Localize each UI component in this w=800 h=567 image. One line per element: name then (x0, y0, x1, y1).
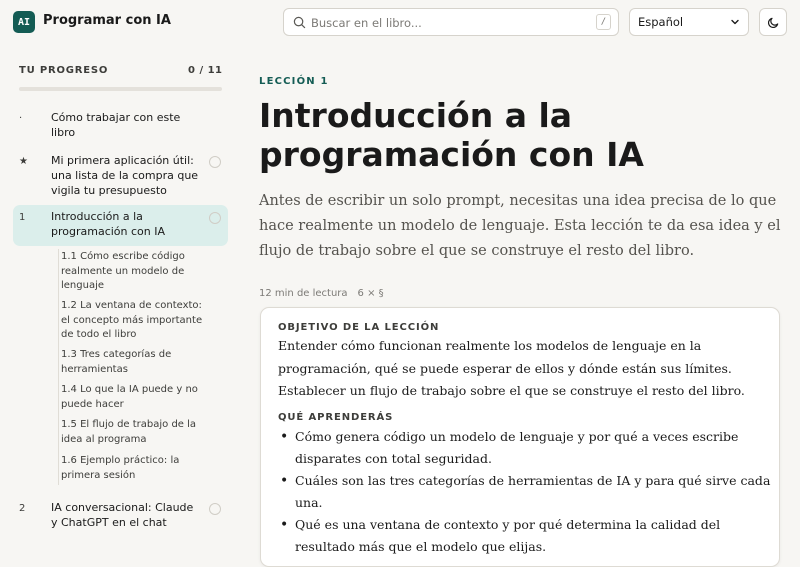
sidebar-item-how-to-use[interactable]: · Cómo trabajar con este libro (13, 106, 228, 142)
list-item: Cuáles son las tres categorías de herram… (278, 470, 773, 514)
subsection-link[interactable]: 1.1 Cómo escribe código realmente un mod… (61, 250, 213, 294)
subsection-link[interactable]: 1.3 Tres categorías de herramientas (61, 348, 213, 377)
sidebar-item-label: Cómo trabajar con este libro (51, 111, 181, 139)
sidebar-item-label: Introducción a la programación con IA (51, 210, 166, 238)
sidebar: TU PROGRESO 0 / 11 · Cómo trabajar con e… (0, 50, 240, 544)
list-item: Qué es una ventana de contexto y por qué… (278, 514, 773, 558)
sidebar-item-marker: · (19, 113, 23, 124)
sidebar-item-label: Mi primera aplicación útil: una lista de… (51, 154, 199, 197)
search-box[interactable]: / (283, 8, 619, 36)
sidebar-item-first-app[interactable]: ★ Mi primera aplicación útil: una lista … (13, 149, 228, 199)
language-selected: Español (638, 15, 684, 29)
completion-circle-icon[interactable] (209, 212, 221, 224)
app-title[interactable]: Programar con IA (43, 13, 171, 28)
sidebar-item-lesson-1[interactable]: 1 Introducción a la programación con IA (13, 205, 228, 246)
progress-count: 0 / 11 (188, 65, 223, 76)
lesson-intro: Antes de escribir un solo prompt, necesi… (259, 193, 781, 259)
lesson-meta: 12 min de lectura 6 × § (259, 288, 384, 299)
reading-time: 12 min de lectura (259, 288, 348, 299)
search-icon (293, 16, 306, 29)
completion-circle-icon[interactable] (209, 156, 221, 168)
subsection-link[interactable]: 1.4 Lo que la IA puede y no puede hacer (61, 383, 213, 412)
lesson-number: LECCIÓN 1 (259, 76, 329, 87)
completion-circle-icon[interactable] (209, 503, 221, 515)
subsection-link[interactable]: 1.6 Ejemplo práctico: la primera sesión (61, 454, 213, 483)
learn-list: Cómo genera código un modelo de lenguaje… (278, 426, 773, 558)
sidebar-item-lesson-2[interactable]: 2 IA conversacional: Claude y ChatGPT en… (13, 496, 228, 536)
objective-text: Entender cómo funcionan realmente los mo… (278, 338, 745, 398)
page-title: Introducción a la programación con IA (259, 96, 644, 174)
subsection-link[interactable]: 1.5 El flujo de trabajo de la idea al pr… (61, 418, 213, 447)
theme-toggle-button[interactable] (759, 8, 787, 36)
app-logo[interactable]: AI (13, 11, 35, 33)
search-shortcut-key: / (596, 14, 611, 30)
learn-heading: QUÉ APRENDERÁS (278, 412, 394, 423)
list-item: Cómo genera código un modelo de lenguaje… (278, 426, 773, 470)
top-bar: AI Programar con IA / Español (0, 0, 800, 44)
search-input[interactable] (311, 14, 581, 32)
language-select[interactable]: Español (629, 8, 749, 36)
sidebar-item-label: IA conversacional: Claude y ChatGPT en e… (51, 501, 194, 529)
lesson-content: LECCIÓN 1 Introducción a la programación… (240, 50, 800, 567)
subsection-link[interactable]: 1.2 La ventana de contexto: el concepto … (61, 299, 213, 343)
lesson-objectives-card: OBJETIVO DE LA LECCIÓN Entender cómo fun… (260, 307, 780, 567)
sidebar-item-number: 1 (19, 212, 26, 223)
lesson-1-subsections: 1.1 Cómo escribe código realmente un mod… (58, 249, 218, 485)
moon-icon (767, 17, 778, 28)
sidebar-item-number: 2 (19, 503, 26, 514)
chevron-down-icon (731, 19, 739, 25)
section-count: 6 × § (357, 288, 384, 299)
star-icon: ★ (19, 156, 28, 167)
objective-heading: OBJETIVO DE LA LECCIÓN (278, 322, 440, 333)
progress-bar (19, 87, 222, 91)
progress-label: TU PROGRESO (19, 65, 109, 76)
